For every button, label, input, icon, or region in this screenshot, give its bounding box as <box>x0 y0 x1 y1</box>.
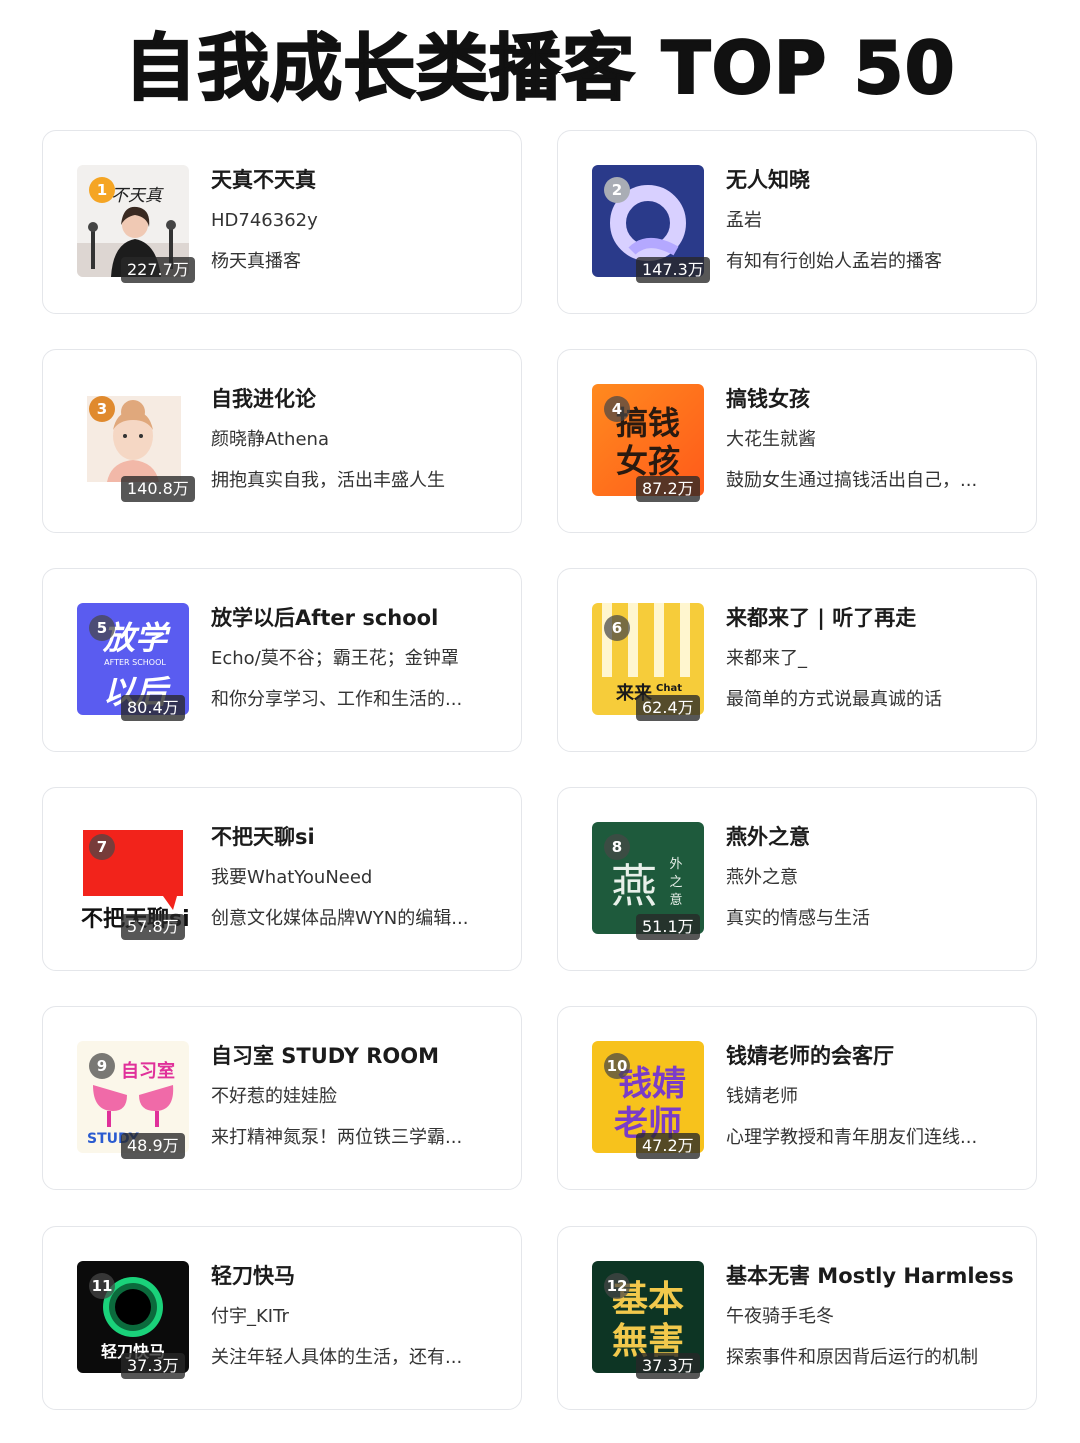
podcast-card[interactable]: 放学 AFTER SCHOOL 以后 5 80.4万 放学以后After sch… <box>42 568 522 752</box>
play-count-badge: 51.1万 <box>636 914 700 940</box>
play-count-badge: 80.4万 <box>121 695 185 721</box>
play-count-badge: 37.3万 <box>121 1353 185 1379</box>
podcast-name[interactable]: 自我进化论 <box>211 384 511 414</box>
svg-text:女孩: 女孩 <box>616 442 680 480</box>
page-title: 自我成长类播客 TOP 50 <box>123 26 956 110</box>
rank-badge: 11 <box>89 1273 115 1299</box>
podcast-card[interactable]: 不天真 1 227.7万 天真不天真 HD746362y 杨天真播客 <box>42 130 522 314</box>
play-count-badge: 227.7万 <box>121 257 195 283</box>
rank-badge: 10 <box>604 1053 630 1079</box>
svg-text:意: 意 <box>669 892 682 908</box>
podcast-description: 鼓励女生通过搞钱活出自己，... <box>726 470 978 491</box>
podcast-author[interactable]: HD746362y <box>211 206 511 236</box>
podcast-description: 和你分享学习、工作和生活的... <box>211 689 463 710</box>
podcast-description: 心理学教授和青年朋友们连线... <box>726 1127 978 1148</box>
play-count-badge: 57.8万 <box>121 914 185 940</box>
play-count-badge: 37.3万 <box>636 1353 700 1379</box>
podcast-author[interactable]: 我要WhatYouNeed <box>211 863 511 893</box>
podcast-card[interactable]: 自习室 STUDY 9 48.9万 自习室 STUDY ROOM 不好惹的娃娃脸… <box>42 1006 522 1190</box>
play-count-badge: 147.3万 <box>636 257 710 283</box>
svg-text:之: 之 <box>669 875 682 890</box>
podcast-card[interactable]: 3 140.8万 自我进化论 颜晓静Athena 拥抱真实自我，活出丰盛人生 <box>42 349 522 533</box>
podcast-name[interactable]: 无人知晓 <box>726 165 1026 195</box>
rank-badge: 8 <box>604 834 630 860</box>
podcast-author[interactable]: 颜晓静Athena <box>211 425 511 455</box>
play-count-badge: 140.8万 <box>121 476 195 502</box>
podcast-name[interactable]: 钱婧老师的会客厅 <box>726 1041 1026 1071</box>
podcast-card[interactable]: 钱婧 老师 10 47.2万 钱婧老师的会客厅 钱婧老师 心理学教授和青年朋友们… <box>557 1006 1037 1190</box>
podcast-name[interactable]: 燕外之意 <box>726 822 1026 852</box>
podcast-description: 杨天真播客 <box>211 251 301 272</box>
podcast-description: 来打精神氮泵！两位铁三学霸... <box>211 1127 463 1148</box>
play-count-badge: 48.9万 <box>121 1133 185 1159</box>
podcast-description: 有知有行创始人孟岩的播客 <box>726 251 942 272</box>
podcast-description: 拥抱真实自我，活出丰盛人生 <box>211 470 445 491</box>
svg-text:自习室: 自习室 <box>121 1060 175 1082</box>
podcast-author[interactable]: 不好惹的娃娃脸 <box>211 1082 511 1112</box>
rank-badge: 7 <box>89 834 115 860</box>
svg-text:外: 外 <box>669 857 682 872</box>
podcast-author[interactable]: 孟岩 <box>726 206 1026 236</box>
podcast-name[interactable]: 来都来了 | 听了再走 <box>726 603 1026 633</box>
svg-text:燕: 燕 <box>611 859 657 913</box>
podcast-name[interactable]: 天真不天真 <box>211 165 511 195</box>
podcast-card[interactable]: 不把天聊si 7 57.8万 不把天聊si 我要WhatYouNeed 创意文化… <box>42 787 522 971</box>
podcast-card[interactable]: 轻刀快马 11 37.3万 轻刀快马 付宇_KITr 关注年轻人具体的生活，还有… <box>42 1226 522 1410</box>
podcast-name[interactable]: 放学以后After school <box>211 603 511 633</box>
podcast-author[interactable]: 来都来了_ <box>726 644 1026 674</box>
podcast-card[interactable]: 搞钱 女孩 4 87.2万 搞钱女孩 大花生就酱 鼓励女生通过搞钱活出自己，..… <box>557 349 1037 533</box>
podcast-author[interactable]: 大花生就酱 <box>726 425 1026 455</box>
podcast-name[interactable]: 基本无害 Mostly Harmless <box>726 1261 1026 1291</box>
podcast-name[interactable]: 轻刀快马 <box>211 1261 511 1291</box>
podcast-author[interactable]: 午夜骑手毛冬 <box>726 1302 1026 1332</box>
rank-badge: 2 <box>604 177 630 203</box>
podcast-description: 探索事件和原因背后运行的机制 <box>726 1347 978 1368</box>
podcast-card[interactable]: 燕 外 之 意 8 51.1万 燕外之意 燕外之意 真实的情感与生活 <box>557 787 1037 971</box>
rank-badge: 4 <box>604 396 630 422</box>
podcast-name[interactable]: 搞钱女孩 <box>726 384 1026 414</box>
play-count-badge: 47.2万 <box>636 1133 700 1159</box>
podcast-author[interactable]: 钱婧老师 <box>726 1082 1026 1112</box>
rank-badge: 1 <box>89 177 115 203</box>
podcast-author[interactable]: 付宇_KITr <box>211 1302 511 1332</box>
svg-text:Chat: Chat <box>656 683 682 694</box>
podcast-name[interactable]: 自习室 STUDY ROOM <box>211 1041 511 1071</box>
rank-badge: 9 <box>89 1053 115 1079</box>
podcast-description: 真实的情感与生活 <box>726 908 870 929</box>
rank-badge: 12 <box>604 1273 630 1299</box>
svg-text:AFTER SCHOOL: AFTER SCHOOL <box>104 658 166 667</box>
podcast-name[interactable]: 不把天聊si <box>211 822 511 852</box>
rank-badge: 3 <box>89 396 115 422</box>
play-count-badge: 87.2万 <box>636 476 700 502</box>
podcast-description: 创意文化媒体品牌WYN的编辑... <box>211 908 469 929</box>
podcast-author[interactable]: Echo/莫不谷；霸王花；金钟罩 <box>211 644 511 674</box>
podcast-card[interactable]: 来来 Chat 6 62.4万 来都来了 | 听了再走 来都来了_ 最简单的方式… <box>557 568 1037 752</box>
rank-badge: 5 <box>89 615 115 641</box>
podcast-description: 关注年轻人具体的生活，还有... <box>211 1347 463 1368</box>
podcast-card[interactable]: 基本 無害 12 37.3万 基本无害 Mostly Harmless 午夜骑手… <box>557 1226 1037 1410</box>
play-count-badge: 62.4万 <box>636 695 700 721</box>
podcast-author[interactable]: 燕外之意 <box>726 863 1026 893</box>
rank-badge: 6 <box>604 615 630 641</box>
podcast-description: 最简单的方式说最真诚的话 <box>726 689 942 710</box>
podcast-card[interactable]: 2 147.3万 无人知晓 孟岩 有知有行创始人孟岩的播客 <box>557 130 1037 314</box>
cover-text: 不天真 <box>111 186 164 206</box>
